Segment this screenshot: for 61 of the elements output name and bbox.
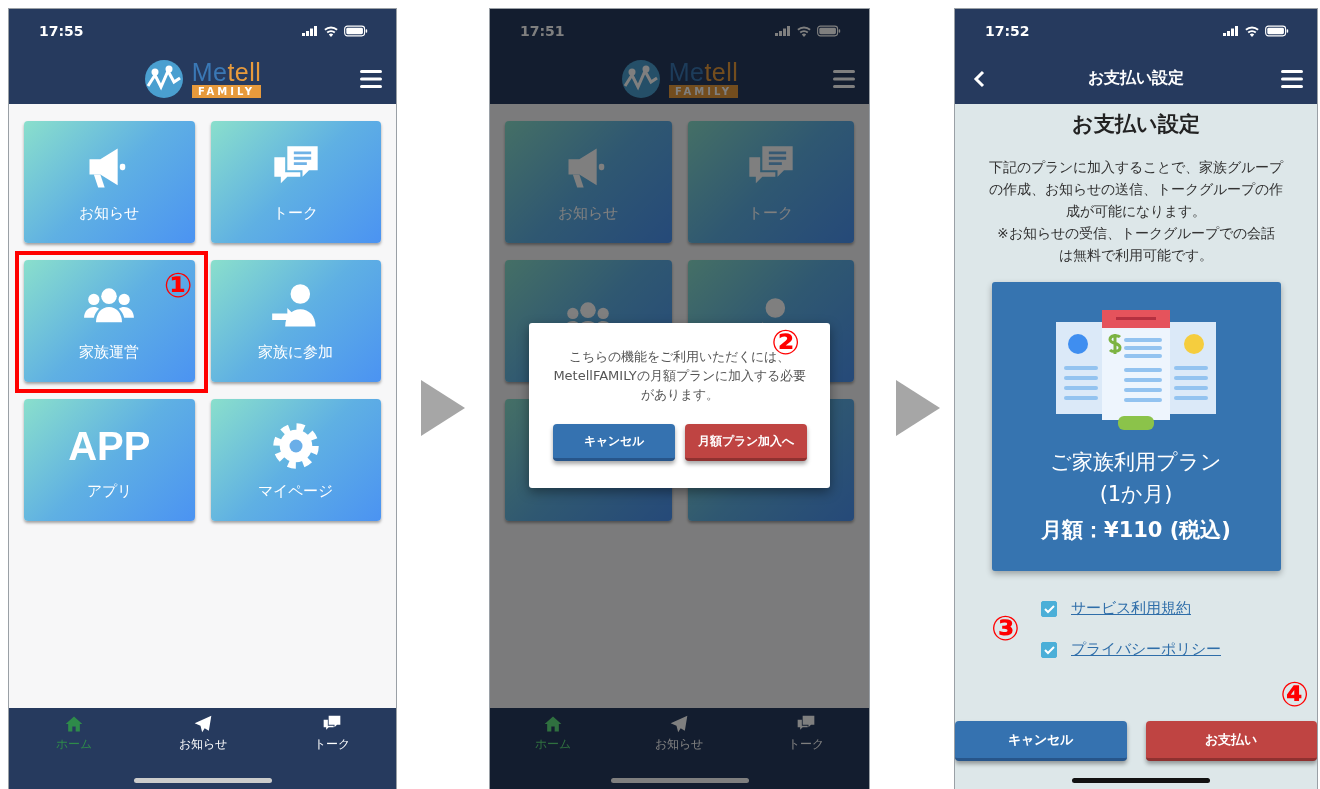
logo-icon — [143, 58, 184, 99]
nav-tab[interactable]: ホーム — [513, 714, 594, 753]
wifi-icon — [796, 25, 812, 37]
step-number: ③ — [991, 611, 1020, 645]
menu-tile[interactable]: トーク — [210, 121, 381, 243]
tile-label: お知らせ — [79, 203, 140, 223]
next-arrow-icon — [896, 380, 940, 436]
nav-tab[interactable]: お知らせ — [639, 714, 720, 753]
tile-label: マイページ — [258, 481, 334, 501]
logo-badge: FAMILY — [668, 85, 739, 98]
tile-label: お知らせ — [558, 203, 619, 223]
wifi-icon — [323, 25, 339, 37]
menu-tile[interactable]: お知らせ — [24, 121, 195, 243]
status-time: 17:55 — [39, 23, 85, 39]
tile-label: トーク — [748, 203, 794, 223]
menu-tile[interactable]: APP アプリ — [24, 399, 195, 521]
tile-label: トーク — [273, 203, 319, 223]
cancel-button[interactable]: キャンセル — [552, 424, 675, 461]
app-glyph: APP — [68, 422, 151, 470]
checkbox[interactable] — [1041, 641, 1057, 658]
battery-icon — [1265, 25, 1289, 37]
logo-icon — [620, 58, 661, 99]
menu-tile[interactable]: マイページ — [210, 399, 381, 521]
agreement-link[interactable]: プライバシーポリシー — [1071, 640, 1221, 659]
tile-label: 家族運営 — [79, 342, 140, 362]
nav-tab[interactable]: ホーム — [33, 714, 114, 753]
cancel-button[interactable]: キャンセル — [955, 721, 1127, 761]
nav-tab[interactable]: お知らせ — [162, 714, 243, 753]
signal-icon — [775, 26, 791, 36]
tile-label: 家族に参加 — [258, 342, 334, 362]
nav-tab[interactable]: トーク — [765, 714, 846, 753]
wifi-icon — [1244, 25, 1260, 37]
plan-price: 月額：¥110 (税込) — [1041, 517, 1231, 544]
pay-button[interactable]: お支払い — [1145, 721, 1317, 761]
next-arrow-icon — [421, 380, 465, 436]
battery-icon — [344, 25, 368, 37]
plan-period: (1か月) — [1099, 481, 1173, 508]
step-number: ① — [163, 268, 193, 302]
checkbox[interactable] — [1041, 600, 1057, 617]
status-time: 17:51 — [520, 23, 566, 39]
subscribe-button[interactable]: 月額プラン加入へ — [684, 424, 807, 461]
signal-icon — [1223, 26, 1239, 36]
page-heading: お支払い設定 — [1072, 111, 1200, 138]
logo-badge: FAMILY — [191, 85, 262, 98]
agreement-link[interactable]: サービス利用規約 — [1071, 599, 1191, 618]
menu-icon[interactable] — [360, 69, 382, 88]
menu-tile[interactable]: 家族運営 ① — [24, 260, 195, 382]
nav-tab[interactable]: トーク — [291, 714, 372, 753]
back-icon[interactable] — [973, 69, 985, 88]
menu-icon[interactable] — [1281, 69, 1303, 88]
signal-icon — [302, 26, 318, 36]
tile-label: アプリ — [86, 481, 132, 501]
note-text: ※お知らせの受信、トークグループでの会話は無料で利用可能です。 — [996, 224, 1276, 265]
plan-name: ご家族利用プラン — [1050, 449, 1222, 476]
header-title: お支払い設定 — [1088, 68, 1184, 89]
battery-icon — [817, 25, 841, 37]
logo-wordmark: Metell — [191, 59, 262, 85]
menu-tile[interactable]: 家族に参加 — [210, 260, 381, 382]
description-text: 下記のプランに加入することで、家族グループの作成、お知らせの送信、トークグループの作成が可能になります。 — [988, 158, 1285, 221]
status-time: 17:52 — [985, 23, 1031, 39]
step-number: ④ — [1280, 677, 1309, 711]
